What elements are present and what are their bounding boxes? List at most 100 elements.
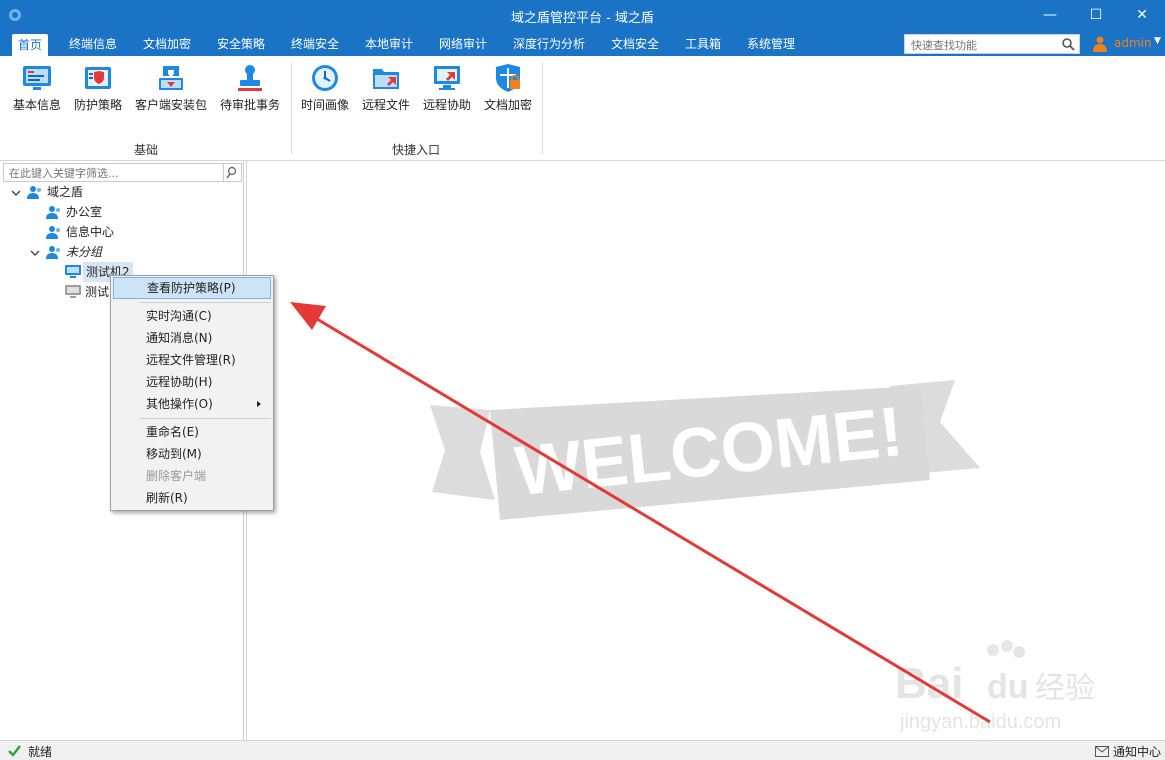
- tab-doc-encrypt[interactable]: 文档加密: [137, 32, 197, 56]
- client-package-button[interactable]: 客户端安装包: [133, 62, 209, 113]
- tree-node-label: 办公室: [66, 205, 103, 219]
- protection-policy-button[interactable]: 防护策略: [72, 62, 124, 113]
- tab-terminal-security[interactable]: 终端安全: [285, 32, 345, 56]
- time-profile-button[interactable]: 时间画像: [299, 62, 351, 113]
- menu-item-label: 重命名(E): [146, 425, 199, 439]
- monitor-info-icon: [23, 66, 51, 90]
- search-icon[interactable]: [1061, 37, 1075, 51]
- menu-item-label: 远程协助(H): [146, 375, 213, 389]
- menu-item-delete-client: 删除客户端: [113, 465, 271, 487]
- users-group-icon: [46, 206, 60, 219]
- window-title: 域之盾管控平台 - 域之盾: [511, 11, 654, 26]
- status-text: 就绪: [28, 745, 53, 759]
- protection-policy-label: 防护策略: [73, 98, 122, 112]
- remote-file-label: 远程文件: [361, 98, 410, 112]
- submenu-arrow-icon: [257, 401, 261, 407]
- menu-item-remote-file[interactable]: 远程文件管理(R): [113, 349, 271, 371]
- welcome-banner: WELCOME!: [430, 380, 980, 520]
- notification-center[interactable]: 通知中心: [1095, 743, 1161, 760]
- close-button[interactable]: ✕: [1119, 0, 1165, 32]
- chevron-down-icon[interactable]: ▼: [1154, 36, 1161, 46]
- menu-item-view-policy[interactable]: 查看防护策略(P): [113, 277, 271, 299]
- context-menu: 查看防护策略(P) 实时沟通(C) 通知消息(N) 远程文件管理(R) 远程协助…: [110, 275, 274, 511]
- menu-item-other-ops[interactable]: 其他操作(O): [113, 393, 271, 415]
- users-group-icon: [46, 246, 60, 259]
- remote-assist-button[interactable]: 远程协助: [421, 62, 473, 113]
- feature-search[interactable]: [904, 34, 1080, 54]
- tree-filter[interactable]: [3, 163, 242, 182]
- user-icon: [1093, 36, 1107, 52]
- title-bar: 域之盾管控平台 - 域之盾 — ☐ ✕: [0, 0, 1165, 32]
- menu-separator: [139, 418, 271, 419]
- checkmark-icon: [8, 745, 21, 757]
- username: admin: [1114, 36, 1152, 50]
- menu-item-realtime-chat[interactable]: 实时沟通(C): [113, 305, 271, 327]
- computer-offline-icon: [65, 285, 81, 298]
- pending-approval-button[interactable]: 待审批事务: [218, 62, 282, 113]
- notification-center-label: 通知中心: [1112, 745, 1161, 759]
- tree-node-label: 信息中心: [66, 225, 115, 239]
- doc-encrypt-button[interactable]: 文档加密: [482, 62, 534, 113]
- tab-local-audit[interactable]: 本地审计: [359, 32, 419, 56]
- remote-file-button[interactable]: 远程文件: [360, 62, 412, 113]
- tree-node-label: 域之盾: [47, 185, 84, 199]
- tab-terminal-info[interactable]: 终端信息: [63, 32, 123, 56]
- watermark-bai: Bai: [895, 659, 963, 708]
- menu-item-notify[interactable]: 通知消息(N): [113, 327, 271, 349]
- menu-item-rename[interactable]: 重命名(E): [113, 421, 271, 443]
- doc-encrypt-label: 文档加密: [483, 98, 532, 112]
- menu-item-label: 实时沟通(C): [146, 309, 212, 323]
- computer-online-icon: [65, 265, 81, 278]
- remote-desktop-icon: [434, 66, 460, 90]
- remote-assist-label: 远程协助: [422, 98, 471, 112]
- basic-info-button[interactable]: 基本信息: [11, 62, 63, 113]
- tab-home[interactable]: 首页: [12, 34, 49, 56]
- tab-toolbox[interactable]: 工具箱: [679, 32, 727, 56]
- group-separator: [291, 62, 292, 154]
- ribbon: 基本信息 防护策略 客户端安装包 待审批事务 基础 时间画像 远程文件 远程协助…: [0, 56, 1165, 161]
- shield-lock-icon: [496, 64, 520, 92]
- menu-item-label: 通知消息(N): [146, 331, 213, 345]
- tree-node-label: 未分组: [66, 245, 103, 259]
- tab-security-policy[interactable]: 安全策略: [211, 32, 271, 56]
- menu-item-move-to[interactable]: 移动到(M): [113, 443, 271, 465]
- menu-item-label: 移动到(M): [146, 447, 202, 461]
- minimize-button[interactable]: —: [1027, 0, 1073, 32]
- mail-icon: [1095, 746, 1110, 757]
- baidu-watermark: Bai du 经验 jingyan.baidu.com: [895, 640, 1105, 740]
- tab-network-audit[interactable]: 网络审计: [433, 32, 493, 56]
- maximize-button[interactable]: ☐: [1073, 0, 1119, 32]
- time-profile-label: 时间画像: [300, 98, 349, 112]
- menu-item-label: 其他操作(O): [146, 397, 213, 411]
- menu-item-label: 删除客户端: [146, 469, 207, 483]
- menu-item-label: 查看防护策略(P): [147, 281, 236, 295]
- clock-icon: [312, 65, 338, 91]
- watermark-du: du: [987, 668, 1029, 706]
- search-icon[interactable]: [223, 164, 241, 181]
- chevron-down-icon[interactable]: [29, 247, 41, 259]
- watermark-url: jingyan.baidu.com: [899, 711, 1061, 733]
- client-package-label: 客户端安装包: [134, 98, 207, 112]
- group-label-basic: 基础: [134, 143, 159, 157]
- tree-filter-input[interactable]: [7, 165, 221, 182]
- tree-node-label: 测试: [85, 285, 110, 299]
- menu-item-remote-assist[interactable]: 远程协助(H): [113, 371, 271, 393]
- package-download-icon: [159, 66, 183, 90]
- pending-approval-label: 待审批事务: [219, 98, 280, 112]
- menu-separator: [139, 302, 271, 303]
- status-ready: 就绪: [8, 743, 52, 760]
- tab-system-admin[interactable]: 系统管理: [741, 32, 801, 56]
- shield-document-icon: [85, 67, 111, 89]
- tab-behavior-analysis[interactable]: 深度行为分析: [507, 32, 591, 56]
- tab-doc-security[interactable]: 文档安全: [605, 32, 665, 56]
- users-group-icon: [46, 226, 60, 239]
- group-label-shortcuts: 快捷入口: [392, 143, 441, 157]
- menu-item-label: 远程文件管理(R): [146, 353, 236, 367]
- watermark-jingyan: 经验: [1035, 671, 1095, 706]
- users-group-icon: [27, 186, 41, 199]
- menu-item-refresh[interactable]: 刷新(R): [113, 487, 271, 509]
- status-bar: 就绪 通知中心: [0, 740, 1165, 760]
- feature-search-input[interactable]: [909, 36, 1063, 54]
- chevron-down-icon[interactable]: [10, 187, 22, 199]
- group-separator: [542, 62, 543, 154]
